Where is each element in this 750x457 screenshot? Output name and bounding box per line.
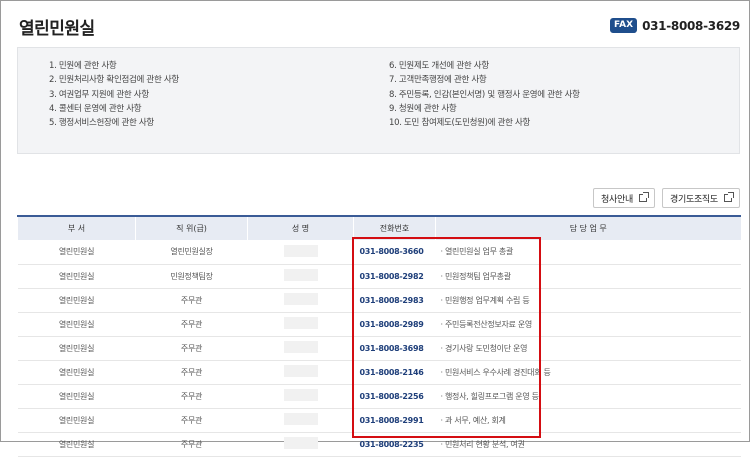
org-chart-button[interactable]: 경기도조직도 [662,188,740,208]
table-row: 열린민원실 주무관 031-8008-3698 · 경기사랑 도민청이단 운영 [17,336,741,361]
topic-item: 7. 고객만족행정에 관한 사항 [389,75,487,86]
blurred-name [283,293,318,305]
table-row: 열린민원실 주무관 031-8008-2146 · 민원서비스 우수사례 경진대… [17,360,741,385]
topic-item: 5. 행정서비스헌장에 관한 사항 [49,118,154,129]
cell-name [247,240,354,265]
cell-name [247,336,354,361]
blurred-name [283,437,318,449]
cell-position: 열린민원실장 [135,240,248,265]
cell-department: 열린민원실 [17,408,136,433]
header-department: 부 서 [17,215,136,240]
topic-item: 10. 도민 참여제도(도민청원)에 관한 사항 [389,118,531,129]
blurred-name [283,365,318,377]
blurred-name [283,413,318,425]
cell-position: 주무관 [135,384,248,409]
cell-phone[interactable]: 031-8008-2256 [353,384,436,409]
cell-name [247,408,354,433]
cell-duty: · 열린민원실 업무 총괄 [435,240,741,265]
fax-info: FAX 031-8008-3629 [610,18,740,33]
cell-name [247,360,354,385]
topics-right-column: 6. 민원제도 개선에 관한 사항 7. 고객만족행정에 관한 사항 8. 주민… [389,59,580,130]
header-duty: 담 당 업 무 [435,215,741,240]
table-row: 열린민원실 민원정책팀장 031-8008-2982 · 민원정책팀 업무총괄 [17,264,741,289]
cell-duty: · 과 서무, 예산, 회계 [435,408,741,433]
blurred-name [283,317,318,329]
responsibilities-box: 1. 민원에 관한 사항 2. 민원처리사항 확인점검에 관한 사항 3. 여권… [17,47,740,154]
external-link-icon [638,192,649,202]
cell-phone[interactable]: 031-8008-3698 [353,336,436,361]
cell-duty: · 주민등록전산정보자료 운영 [435,312,741,337]
table-row: 열린민원실 주무관 031-8008-2235 · 민원처리 현황 분석, 여권 [17,432,741,457]
table-row: 열린민원실 주무관 031-8008-2989 · 주민등록전산정보자료 운영 [17,312,741,337]
cell-department: 열린민원실 [17,264,136,289]
cell-position: 민원정책팀장 [135,264,248,289]
cell-duty: · 민원서비스 우수사례 경진대회 등 [435,360,741,385]
cell-name [247,264,354,289]
cell-duty: · 행정사, 힐링프로그램 운영 등 [435,384,741,409]
cell-department: 열린민원실 [17,360,136,385]
cell-position: 주무관 [135,408,248,433]
cell-position: 주무관 [135,288,248,313]
topic-item: 1. 민원에 관한 사항 [49,61,117,71]
cell-department: 열린민원실 [17,240,136,265]
table-row: 열린민원실 주무관 031-8008-2991 · 과 서무, 예산, 회계 [17,408,741,433]
cell-duty: · 민원처리 현황 분석, 여권 [435,432,741,457]
cell-department: 열린민원실 [17,288,136,313]
table-row: 열린민원실 열린민원실장 031-8008-3660 · 열린민원실 업무 총괄 [17,240,741,265]
blurred-name [283,341,318,353]
topic-item: 6. 민원제도 개선에 관한 사항 [389,61,489,71]
blurred-name [283,389,318,401]
cell-position: 주무관 [135,336,248,361]
cell-name [247,384,354,409]
header-phone: 전화번호 [353,215,436,240]
external-link-icon [723,192,734,202]
cell-position: 주무관 [135,432,248,457]
table-row: 열린민원실 주무관 031-8008-2256 · 행정사, 힐링프로그램 운영… [17,384,741,409]
cell-phone[interactable]: 031-8008-2982 [353,264,436,289]
cell-department: 열린민원실 [17,336,136,361]
cell-name [247,432,354,457]
cell-department: 열린민원실 [17,384,136,409]
office-guide-label: 청사안내 [601,194,633,205]
topics-left-column: 1. 민원에 관한 사항 2. 민원처리사항 확인점검에 관한 사항 3. 여권… [49,59,179,130]
topic-item: 8. 주민등록, 인감(본인서명) 및 행정사 운영에 관한 사항 [389,89,580,100]
fax-badge: FAX [610,18,638,33]
cell-phone[interactable]: 031-8008-2235 [353,432,436,457]
table-header-row: 부 서 직 위(급) 성 명 전화번호 담 당 업 무 [17,215,741,240]
cell-phone[interactable]: 031-8008-2991 [353,408,436,433]
blurred-name [283,269,318,281]
cell-position: 주무관 [135,360,248,385]
staff-table: 부 서 직 위(급) 성 명 전화번호 담 당 업 무 열린민원실 열린민원실장… [17,215,741,457]
topic-item: 2. 민원처리사항 확인점검에 관한 사항 [49,75,179,86]
cell-duty: · 경기사랑 도민청이단 운영 [435,336,741,361]
blurred-name [283,244,318,257]
header-position: 직 위(급) [135,215,248,240]
cell-duty: · 민원행정 업무계획 수립 등 [435,288,741,313]
cell-department: 열린민원실 [17,312,136,337]
cell-name [247,312,354,337]
topic-item: 4. 콜센터 운영에 관한 사항 [49,103,142,114]
cell-duty: · 민원정책팀 업무총괄 [435,264,741,289]
office-guide-button[interactable]: 청사안내 [593,188,655,208]
table-row: 열린민원실 주무관 031-8008-2983 · 민원행정 업무계획 수립 등 [17,288,741,313]
header-name: 성 명 [247,215,354,240]
topic-item: 3. 여권업무 지원에 관한 사항 [49,89,149,100]
cell-phone[interactable]: 031-8008-2989 [353,312,436,337]
cell-phone[interactable]: 031-8008-2146 [353,360,436,385]
fax-number: 031-8008-3629 [642,18,740,33]
cell-position: 주무관 [135,312,248,337]
cell-phone[interactable]: 031-8008-2983 [353,288,436,313]
page-title: 열린민원실 [19,19,95,39]
cell-name [247,288,354,313]
cell-phone[interactable]: 031-8008-3660 [353,240,436,265]
cell-department: 열린민원실 [17,432,136,457]
org-chart-label: 경기도조직도 [670,194,718,205]
topic-item: 9. 청원에 관한 사항 [389,103,457,114]
